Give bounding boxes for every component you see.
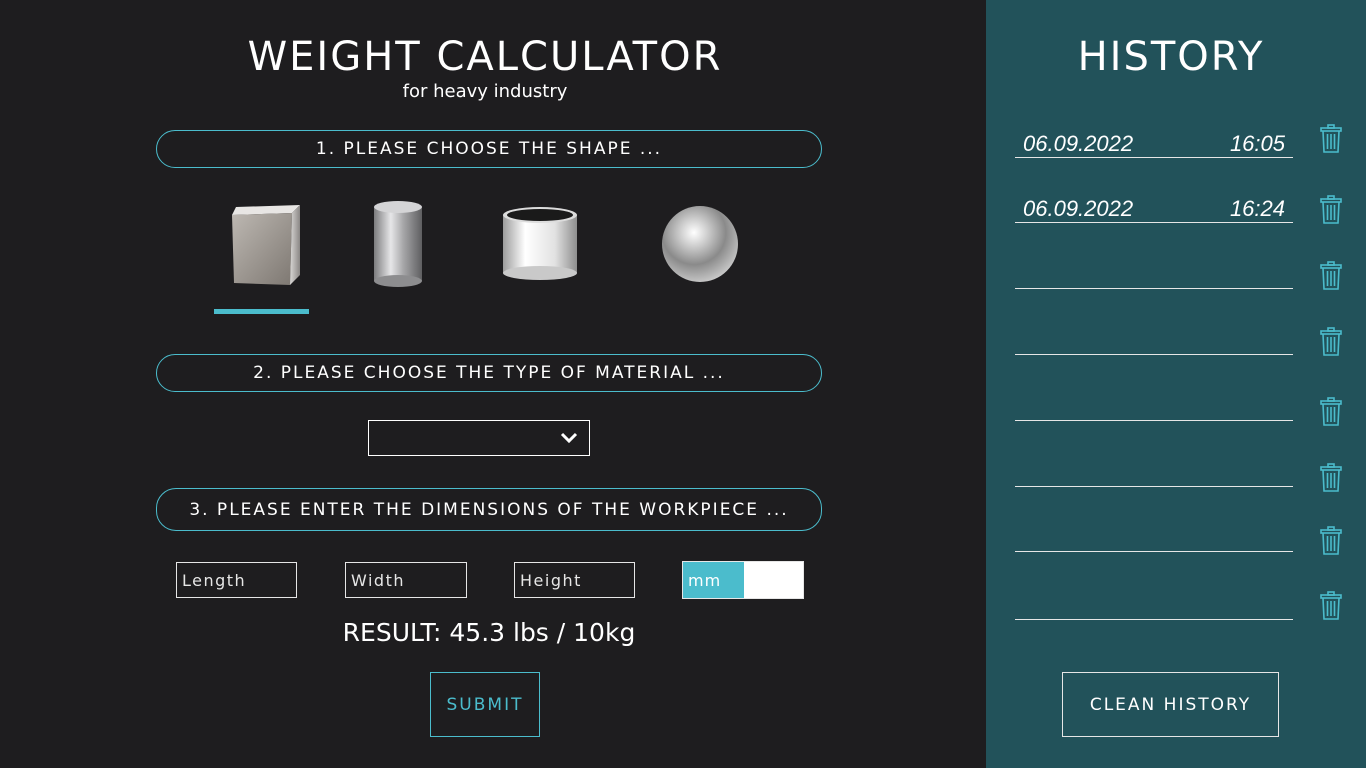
selected-shape-indicator bbox=[214, 309, 309, 314]
trash-icon[interactable] bbox=[1319, 195, 1343, 225]
history-entry-time: 16:05 bbox=[1229, 131, 1285, 156]
calculator-panel: WEIGHT CALCULATOR for heavy industry 1. … bbox=[0, 0, 986, 768]
tube-icon bbox=[503, 207, 577, 280]
trash-icon[interactable] bbox=[1319, 591, 1343, 621]
length-input[interactable] bbox=[176, 562, 297, 598]
history-entry[interactable] bbox=[1015, 521, 1293, 552]
cylinder-icon bbox=[374, 201, 422, 287]
height-input[interactable] bbox=[514, 562, 635, 598]
unit-toggle-active-label: mm bbox=[683, 562, 744, 598]
history-entry[interactable] bbox=[1015, 456, 1293, 487]
history-panel bbox=[986, 0, 1366, 768]
step-dimensions-header: 3. PLEASE ENTER THE DIMENSIONS OF THE WO… bbox=[156, 488, 822, 531]
result-text: RESULT: 45.3 lbs / 10kg bbox=[342, 618, 636, 647]
history-title: HISTORY bbox=[1077, 34, 1265, 80]
history-entry-time: 16:24 bbox=[1229, 196, 1285, 221]
trash-icon[interactable] bbox=[1319, 463, 1343, 493]
shape-cylinder-option[interactable] bbox=[350, 196, 446, 292]
cube-icon bbox=[232, 205, 300, 285]
trash-icon[interactable] bbox=[1319, 261, 1343, 291]
trash-icon[interactable] bbox=[1319, 397, 1343, 427]
shape-sphere-option[interactable] bbox=[652, 196, 748, 292]
step-shape-header: 1. PLEASE CHOOSE THE SHAPE ... bbox=[156, 130, 822, 168]
step-material-header: 2. PLEASE CHOOSE THE TYPE OF MATERIAL ..… bbox=[156, 354, 822, 392]
history-entry[interactable] bbox=[1015, 324, 1293, 355]
trash-icon[interactable] bbox=[1319, 327, 1343, 357]
shape-cube-option[interactable] bbox=[214, 196, 310, 292]
history-entry[interactable] bbox=[1015, 390, 1293, 421]
history-entry-date: 06.09.2022 bbox=[1023, 196, 1134, 221]
shape-tube-option[interactable] bbox=[492, 196, 588, 292]
history-entry[interactable]: 06.09.2022 16:05 bbox=[1015, 127, 1293, 158]
page-subtitle: for heavy industry bbox=[402, 81, 568, 102]
sphere-icon bbox=[662, 206, 738, 282]
history-entry[interactable] bbox=[1015, 258, 1293, 289]
trash-icon[interactable] bbox=[1319, 526, 1343, 556]
submit-button[interactable]: SUBMIT bbox=[430, 672, 540, 737]
chevron-down-icon bbox=[560, 432, 578, 444]
history-entry-date: 06.09.2022 bbox=[1023, 131, 1134, 156]
page-title: WEIGHT CALCULATOR bbox=[247, 34, 723, 80]
clean-history-button[interactable]: CLEAN HISTORY bbox=[1062, 672, 1279, 737]
history-entry[interactable]: 06.09.2022 16:24 bbox=[1015, 192, 1293, 223]
unit-toggle-knob bbox=[744, 562, 803, 598]
width-input[interactable] bbox=[345, 562, 467, 598]
trash-icon[interactable] bbox=[1319, 124, 1343, 154]
material-select[interactable] bbox=[368, 420, 590, 456]
unit-toggle[interactable]: mm bbox=[682, 561, 804, 599]
history-entry[interactable] bbox=[1015, 589, 1293, 620]
